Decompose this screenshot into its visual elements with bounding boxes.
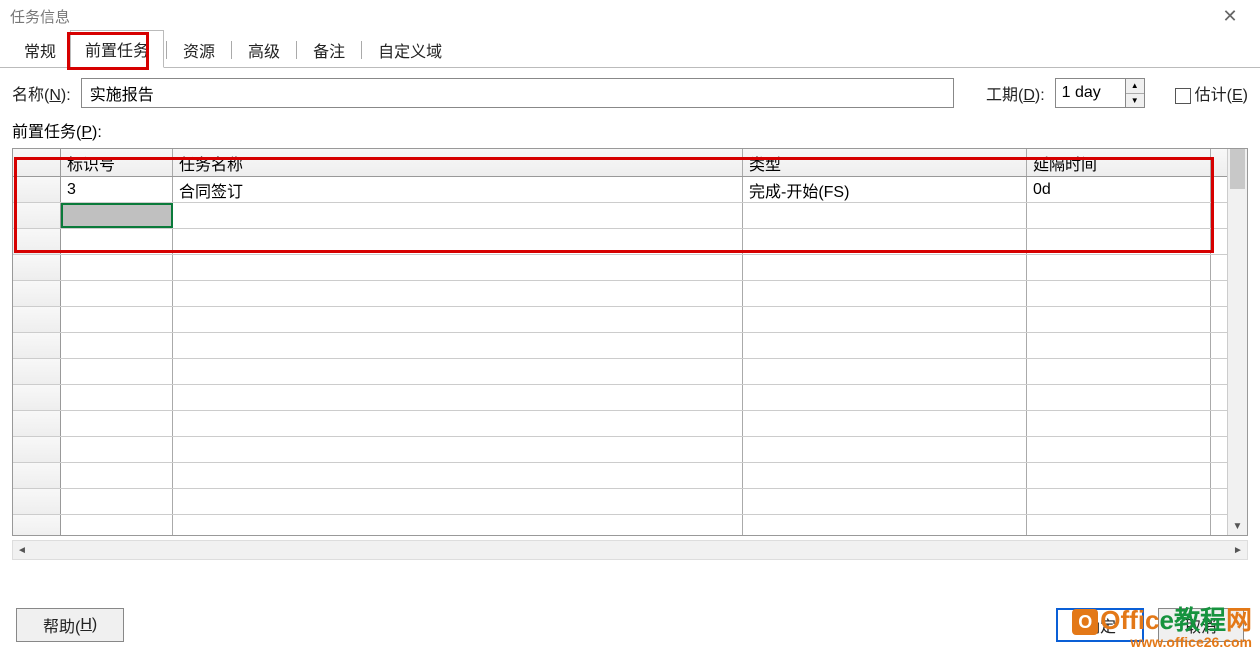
tab-strip: 常规 前置任务 资源 高级 备注 自定义域 (0, 32, 1260, 68)
table-row[interactable] (13, 515, 1227, 535)
tab-separator (166, 41, 167, 59)
row-header[interactable] (13, 281, 61, 306)
chevron-left-icon[interactable]: ◄ (13, 541, 31, 559)
row-header[interactable] (13, 385, 61, 410)
table-row[interactable] (13, 333, 1227, 359)
table-row[interactable] (13, 203, 1227, 229)
table-row[interactable] (13, 307, 1227, 333)
grid-header-row: 标识号 任务名称 类型 延隔时间 (13, 149, 1227, 177)
table-row[interactable] (13, 281, 1227, 307)
name-input[interactable] (81, 78, 954, 108)
cell-lag[interactable] (1027, 203, 1211, 228)
table-row[interactable] (13, 359, 1227, 385)
tab-predecessors[interactable]: 前置任务 (70, 30, 164, 68)
col-header-name[interactable]: 任务名称 (173, 149, 743, 176)
tab-separator (296, 41, 297, 59)
col-header-lag[interactable]: 延隔时间 (1027, 149, 1211, 176)
row-header[interactable] (13, 203, 61, 228)
duration-input[interactable] (1055, 78, 1125, 108)
table-row[interactable] (13, 385, 1227, 411)
cell-name[interactable]: 合同签订 (173, 177, 743, 202)
cell-lag[interactable]: 0d (1027, 177, 1211, 202)
row-header[interactable] (13, 437, 61, 462)
table-row[interactable] (13, 411, 1227, 437)
row-header[interactable] (13, 463, 61, 488)
tab-custom[interactable]: 自定义域 (364, 32, 456, 68)
tab-separator (361, 41, 362, 59)
table-row[interactable] (13, 229, 1227, 255)
cell-type[interactable] (743, 203, 1027, 228)
row-header[interactable] (13, 489, 61, 514)
chevron-right-icon[interactable]: ► (1229, 541, 1247, 559)
tab-notes[interactable]: 备注 (299, 32, 359, 68)
watermark-badge-icon: O (1072, 609, 1098, 635)
chevron-down-icon[interactable]: ▼ (1126, 94, 1144, 108)
watermark: OOffice教程网 www.office26.com (1072, 607, 1252, 649)
estimate-label: 估计(E) (1195, 87, 1248, 104)
table-row[interactable] (13, 255, 1227, 281)
row-header[interactable] (13, 307, 61, 332)
scrollbar-thumb[interactable] (1230, 149, 1245, 189)
table-row[interactable] (13, 463, 1227, 489)
chevron-down-icon[interactable]: ▼ (1228, 517, 1247, 535)
duration-spinner[interactable]: ▲ ▼ (1055, 78, 1145, 108)
table-row[interactable] (13, 437, 1227, 463)
tab-advanced[interactable]: 高级 (234, 32, 294, 68)
tab-resources[interactable]: 资源 (169, 32, 229, 68)
row-header[interactable] (13, 255, 61, 280)
row-header[interactable] (13, 411, 61, 436)
titlebar: 任务信息 ✕ (0, 0, 1260, 32)
row-header[interactable] (13, 359, 61, 384)
estimate-checkbox-wrap[interactable]: 估计(E) (1175, 81, 1248, 105)
grid-corner (13, 149, 61, 176)
spinner-buttons[interactable]: ▲ ▼ (1125, 78, 1145, 108)
predecessors-grid[interactable]: 标识号 任务名称 类型 延隔时间 3 合同签订 完成-开始(FS) 0d (13, 149, 1227, 535)
close-icon[interactable]: ✕ (1210, 6, 1250, 27)
col-header-id[interactable]: 标识号 (61, 149, 173, 176)
task-info-dialog: 任务信息 ✕ 常规 前置任务 资源 高级 备注 自定义域 名称(N): 工期(D… (0, 0, 1260, 655)
table-row[interactable]: 3 合同签订 完成-开始(FS) 0d (13, 177, 1227, 203)
row-header[interactable] (13, 515, 61, 535)
predecessors-label: 前置任务(P): (0, 114, 1260, 148)
window-title: 任务信息 (10, 6, 70, 27)
tab-separator (231, 41, 232, 59)
table-row[interactable] (13, 489, 1227, 515)
chevron-up-icon[interactable]: ▲ (1126, 79, 1144, 94)
row-header[interactable] (13, 229, 61, 254)
cell-name[interactable] (173, 203, 743, 228)
button-bar: 帮助(H) 确定 取消 (0, 595, 1260, 655)
col-header-type[interactable]: 类型 (743, 149, 1027, 176)
row-header[interactable] (13, 177, 61, 202)
cell-id-selected[interactable] (61, 203, 173, 228)
cell-id[interactable]: 3 (61, 177, 173, 202)
cell-type[interactable]: 完成-开始(FS) (743, 177, 1027, 202)
row-header[interactable] (13, 333, 61, 358)
duration-label: 工期(D): (986, 81, 1045, 105)
estimate-checkbox[interactable] (1175, 88, 1191, 104)
vertical-scrollbar[interactable]: ▼ (1227, 149, 1247, 535)
predecessors-grid-wrap: 标识号 任务名称 类型 延隔时间 3 合同签订 完成-开始(FS) 0d (12, 148, 1248, 536)
help-button[interactable]: 帮助(H) (16, 608, 124, 642)
tab-general[interactable]: 常规 (10, 32, 70, 68)
name-row: 名称(N): 工期(D): ▲ ▼ 估计(E) (0, 68, 1260, 114)
name-label: 名称(N): (12, 81, 71, 105)
horizontal-scrollbar[interactable]: ◄ ► (12, 540, 1248, 560)
